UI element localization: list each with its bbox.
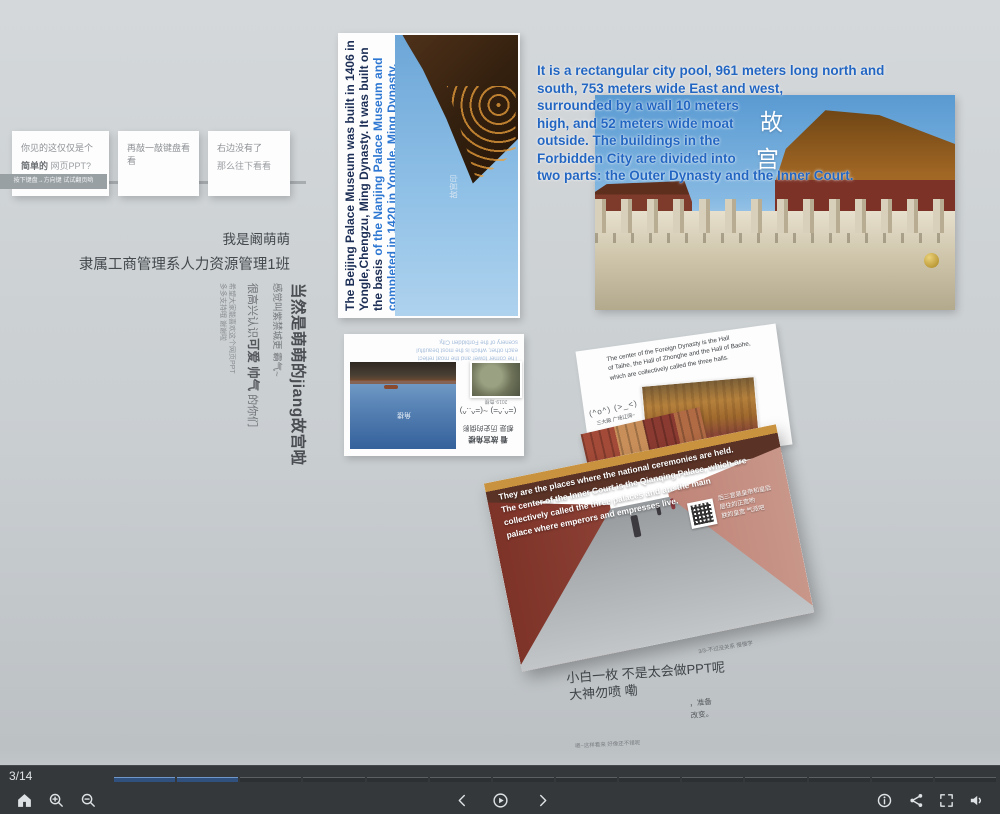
mengmeng-text-block: 当然是萌萌的jiang故宫啦 感觉叫紫禁城更 霸气~ 很高兴认识可爱 帅气 的你…	[215, 283, 310, 473]
home-icon	[16, 792, 33, 809]
progress-segment[interactable]	[872, 777, 933, 782]
progress-bar[interactable]	[114, 777, 998, 782]
progress-segment[interactable]	[809, 777, 870, 782]
moat-line: surrounded by a wall 10 meters	[537, 97, 967, 115]
author-class: 隶属工商管理系人力资源管理1班	[55, 253, 290, 274]
progress-segment[interactable]	[367, 777, 428, 782]
flipped-caption: The corner tower and the moat reflect ea…	[352, 337, 518, 361]
history-text: The Beijing Palace Museum was built in 1…	[338, 33, 395, 318]
qr-stamp	[686, 498, 717, 529]
progress-segment[interactable]	[682, 777, 743, 782]
three-halls-caption: The center of the Foreign Dynasty is the…	[606, 326, 776, 383]
zoom-out-button[interactable]	[78, 790, 98, 810]
mengmeng-subtitle: 感觉叫紫禁城更 霸气~	[271, 283, 285, 473]
moat-line: two parts: the Outer Dynasty and the Inn…	[537, 167, 967, 185]
progress-segment[interactable]	[745, 777, 806, 782]
moat-line: south, 753 meters wide East and west,	[537, 80, 967, 98]
moat-line: Forbidden City are divided into	[537, 150, 967, 168]
fullscreen-icon	[938, 792, 955, 809]
photo-stamp	[470, 361, 522, 398]
shore-silhouette	[350, 362, 456, 381]
intro-ribbon: 按下键盘→方向键 试试翻页哟	[0, 174, 107, 189]
closing-line-2: 大神勿喷 嘞	[568, 680, 638, 704]
progress-segment[interactable]	[935, 777, 996, 782]
progress-segment[interactable]	[430, 777, 491, 782]
intro-card-3-line2: 那么往下看看	[217, 159, 283, 172]
progress-segment[interactable]	[240, 777, 301, 782]
intro-card-3[interactable]: 右边没有了 那么往下看看	[208, 131, 290, 196]
chevron-right-icon	[534, 792, 551, 809]
progress-segment[interactable]	[619, 777, 680, 782]
next-button[interactable]	[532, 790, 552, 810]
intro-card-1-line1: 你见的这仅仅是个	[21, 141, 102, 154]
previous-button[interactable]	[452, 790, 472, 810]
intro-card-1-line2: 简单的 网页PPT?	[21, 159, 102, 172]
mengmeng-tiny-note: 希望大家能喜欢这个网页PPT 多多支持哦 谢谢啦	[218, 283, 236, 473]
moat-line: outside. The buildings in the	[537, 132, 967, 150]
autoplay-button[interactable]	[490, 790, 510, 810]
hanzi-gu: 故	[760, 112, 783, 135]
progress-segment[interactable]	[303, 777, 364, 782]
progress-segment[interactable]	[493, 777, 554, 782]
zoom-in-icon	[48, 792, 65, 809]
stamp-caption: 2019·角楼	[470, 398, 522, 405]
intro-card-2[interactable]: 再敲一敲键盘看看	[118, 131, 199, 196]
inner-court-card[interactable]: They are the places where the national c…	[484, 424, 814, 672]
play-circle-icon	[492, 792, 509, 809]
boat-reflection	[384, 385, 398, 389]
tiny-note-bottom: 嗯~这样看来 好像还不错呢	[575, 738, 641, 749]
moat-description: It is a rectangular city pool, 961 meter…	[537, 62, 967, 185]
home-button[interactable]	[14, 790, 34, 810]
moat-reflection-photo[interactable]: 角楼	[350, 362, 456, 449]
flipped-collage-card[interactable]: The corner tower and the moat reflect ea…	[344, 334, 524, 456]
intro-card-2-line1: 再敲一敲键盘看看	[127, 141, 192, 167]
share-button[interactable]	[906, 790, 926, 810]
photo-signature: 故宫印	[448, 175, 459, 199]
progress-segment[interactable]	[556, 777, 617, 782]
fullscreen-button[interactable]	[936, 790, 956, 810]
photo-watermark: 角楼	[397, 410, 411, 420]
zoom-out-icon	[80, 792, 97, 809]
mengmeng-title: 当然是萌萌的jiang故宫啦	[288, 283, 310, 473]
share-icon	[908, 792, 925, 809]
marble-balustrade	[595, 211, 955, 310]
palace-eave-photo[interactable]: 故宫印	[395, 35, 518, 316]
info-icon	[876, 792, 893, 809]
mengmeng-greeting: 很高兴认识可爱 帅气 的你们	[245, 283, 264, 473]
tiny-note-right: ，准备 改变。	[689, 696, 714, 722]
cat-emoticons: (=^.^=) ~(=^..^)	[454, 406, 522, 416]
volume-icon	[968, 792, 985, 809]
golden-finial	[924, 253, 939, 268]
info-button[interactable]	[874, 790, 894, 810]
page-indicator: 3/14	[9, 769, 32, 783]
author-intro: 我是阚萌萌 隶属工商管理系人力资源管理1班	[55, 228, 290, 274]
hanzi-gong: 宫	[756, 149, 783, 172]
chevron-left-icon	[454, 792, 471, 809]
presentation-stage[interactable]: 你见的这仅仅是个 简单的 网页PPT? 按下键盘→方向键 试试翻页哟 再敲一敲键…	[0, 0, 1000, 814]
progress-segment[interactable]	[177, 777, 238, 782]
history-card[interactable]: The Beijing Palace Museum was built in 1…	[338, 33, 520, 318]
gugong-calligraphy: 故 宫	[760, 112, 783, 186]
flipped-chinese-caption: 看 故宫角楼 都是 历史的倒影	[456, 422, 520, 445]
tiny-note-top: 3/3-不过没关系 慢慢学	[698, 639, 754, 656]
volume-button[interactable]	[966, 790, 986, 810]
zoom-in-button[interactable]	[46, 790, 66, 810]
intro-card-3-line1: 右边没有了	[217, 141, 283, 154]
moat-line: It is a rectangular city pool, 961 meter…	[537, 62, 967, 80]
author-name: 我是阚萌萌	[55, 228, 290, 248]
viewer-toolbar: 3/14	[0, 765, 1000, 814]
moat-line: high, and 52 meters wide moat	[537, 115, 967, 133]
progress-segment[interactable]	[114, 777, 175, 782]
